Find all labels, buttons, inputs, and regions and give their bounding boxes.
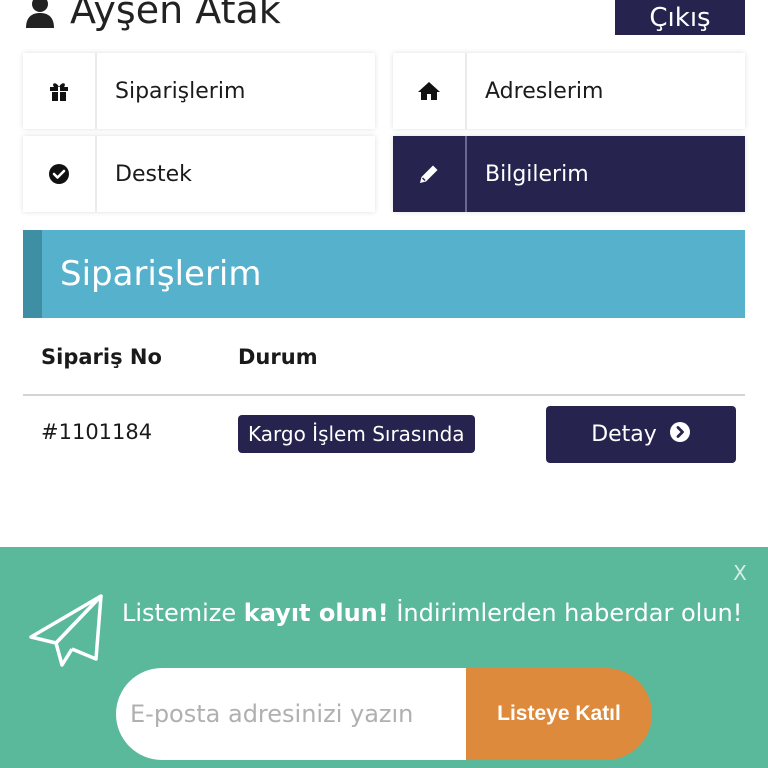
menu-label-addresses: Adreslerim xyxy=(485,78,604,104)
paper-plane-icon xyxy=(28,593,106,669)
user-greeting: Ayşen Atak xyxy=(22,0,281,38)
orders-table: Sipariş No Durum #1101184 Kargo İşlem Sı… xyxy=(23,320,745,474)
detail-button[interactable]: Detay xyxy=(546,406,736,463)
gift-icon xyxy=(23,53,97,129)
newsletter-message: Listemize kayıt olun! İndirimlerden habe… xyxy=(122,599,742,627)
close-icon[interactable]: X xyxy=(730,561,750,585)
newsletter-banner: X Listemize kayıt olun! İndirimlerden ha… xyxy=(0,547,768,768)
section-title: Siparişlerim xyxy=(23,230,745,318)
menu-label-support: Destek xyxy=(115,161,192,187)
account-header: Ayşen Atak Çıkış xyxy=(0,0,768,44)
chevron-circle-right-icon xyxy=(669,421,691,449)
newsletter-text-before: Listemize xyxy=(122,599,244,627)
table-header: Sipariş No Durum xyxy=(23,320,745,396)
menu-tile-support[interactable]: Destek xyxy=(23,136,375,212)
user-icon xyxy=(22,0,58,28)
user-name-text: Ayşen Atak xyxy=(70,0,281,32)
menu-tile-addresses[interactable]: Adreslerim xyxy=(393,53,745,129)
menu-tile-info[interactable]: Bilgilerim xyxy=(393,136,745,212)
logout-button[interactable]: Çıkış xyxy=(615,0,745,35)
column-header-order-no: Sipariş No xyxy=(41,345,162,369)
table-row: #1101184 Kargo İşlem Sırasında Detay xyxy=(23,396,745,474)
newsletter-text-bold: kayıt olun! xyxy=(243,599,389,627)
menu-label-orders: Siparişlerim xyxy=(115,78,246,104)
order-number: #1101184 xyxy=(41,420,153,444)
status-badge: Kargo İşlem Sırasında xyxy=(238,415,475,453)
pencil-icon xyxy=(393,136,467,212)
home-icon xyxy=(393,53,467,129)
email-input[interactable] xyxy=(116,668,476,760)
join-list-button[interactable]: Listeye Katıl xyxy=(466,668,652,760)
menu-label-info: Bilgilerim xyxy=(485,161,589,187)
check-circle-icon xyxy=(23,136,97,212)
menu-tile-orders[interactable]: Siparişlerim xyxy=(23,53,375,129)
column-header-status: Durum xyxy=(238,345,318,369)
newsletter-text-after: İndirimlerden haberdar olun! xyxy=(388,599,743,627)
detail-button-label: Detay xyxy=(591,422,657,447)
